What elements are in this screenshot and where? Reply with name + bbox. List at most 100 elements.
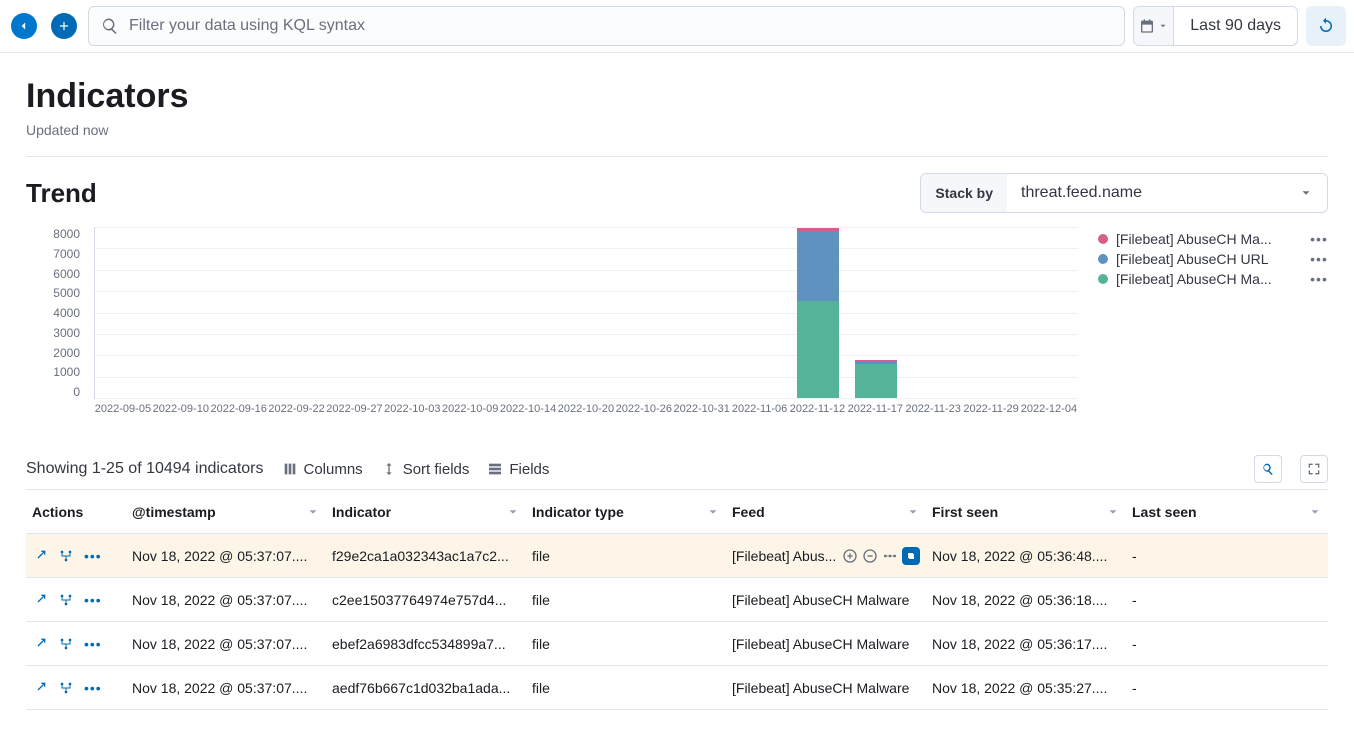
legend-item[interactable]: [Filebeat] AbuseCH Ma... ••• (1098, 231, 1328, 247)
copy-value-button[interactable] (902, 547, 920, 565)
x-tick: 2022-09-27 (326, 403, 384, 427)
date-picker-button[interactable] (1134, 7, 1174, 45)
trend-title: Trend (26, 178, 97, 209)
expand-icon[interactable] (32, 592, 48, 608)
table-header-row: Actions @timestamp Indicator Indicator t… (26, 490, 1328, 534)
inspect-button[interactable] (1254, 455, 1282, 483)
chevron-down-icon (906, 505, 920, 519)
refresh-button[interactable] (1306, 6, 1346, 46)
back-button[interactable] (8, 10, 40, 42)
fullscreen-button[interactable] (1300, 455, 1328, 483)
investigate-icon[interactable] (58, 636, 74, 652)
fields-icon (487, 461, 503, 477)
cell-feed: [Filebeat] AbuseCH Malware (732, 636, 909, 652)
cell-first-seen: Nov 18, 2022 @ 05:36:18.... (932, 592, 1107, 608)
kql-search-input[interactable] (88, 6, 1125, 46)
x-tick: 2022-09-16 (210, 403, 268, 427)
table-row[interactable]: ••• Nov 18, 2022 @ 05:37:07.... f29e2ca1… (26, 534, 1328, 578)
legend-item[interactable]: [Filebeat] AbuseCH Ma... ••• (1098, 271, 1328, 287)
more-actions-icon[interactable]: ••• (84, 548, 102, 564)
expand-icon[interactable] (32, 636, 48, 652)
chevron-down-icon (1158, 21, 1168, 31)
investigate-icon[interactable] (58, 592, 74, 608)
chart-legend: [Filebeat] AbuseCH Ma... ••• [Filebeat] … (1098, 227, 1328, 427)
x-tick: 2022-10-14 (499, 403, 557, 427)
expand-icon[interactable] (32, 548, 48, 564)
stack-by-select[interactable]: threat.feed.name (1007, 174, 1327, 212)
legend-dot (1098, 254, 1108, 264)
x-tick: 2022-10-03 (383, 403, 441, 427)
x-tick: 2022-11-12 (789, 403, 847, 427)
header-feed[interactable]: Feed (726, 504, 926, 520)
cell-first-seen: Nov 18, 2022 @ 05:36:17.... (932, 636, 1107, 652)
x-tick: 2022-10-20 (557, 403, 615, 427)
y-tick: 1000 (53, 365, 80, 379)
legend-more-icon[interactable]: ••• (1310, 271, 1328, 287)
showing-count: Showing 1-25 of 10494 indicators (26, 460, 264, 478)
filter-in-icon[interactable] (842, 548, 858, 564)
header-indicator-type[interactable]: Indicator type (526, 504, 726, 520)
x-tick: 2022-11-29 (962, 403, 1020, 427)
header-indicator[interactable]: Indicator (326, 504, 526, 520)
add-filter-button[interactable] (48, 10, 80, 42)
y-tick: 0 (73, 385, 80, 399)
table-row[interactable]: ••• Nov 18, 2022 @ 05:37:07.... c2ee1503… (26, 578, 1328, 622)
bar-group[interactable] (855, 360, 897, 398)
x-tick: 2022-10-26 (615, 403, 673, 427)
timeline-icon[interactable] (882, 548, 898, 564)
cell-indicator: ebef2a6983dfcc534899a7... (332, 636, 506, 652)
chevron-down-icon (1308, 505, 1322, 519)
header-last-seen[interactable]: Last seen (1126, 504, 1328, 520)
table-row[interactable]: ••• Nov 18, 2022 @ 05:37:07.... ebef2a69… (26, 622, 1328, 666)
sort-icon (381, 461, 397, 477)
stack-by-value: threat.feed.name (1021, 184, 1142, 202)
cell-timestamp: Nov 18, 2022 @ 05:37:07.... (132, 636, 307, 652)
x-tick: 2022-11-23 (904, 403, 962, 427)
cell-type: file (532, 592, 550, 608)
x-tick: 2022-10-09 (441, 403, 499, 427)
legend-label: [Filebeat] AbuseCH Ma... (1116, 271, 1302, 287)
filter-out-icon[interactable] (862, 548, 878, 564)
x-tick: 2022-09-10 (152, 403, 210, 427)
cell-timestamp: Nov 18, 2022 @ 05:37:07.... (132, 548, 307, 564)
page-title: Indicators (26, 77, 1328, 116)
columns-button[interactable]: Columns (282, 461, 363, 478)
cell-indicator: f29e2ca1a032343ac1a7c2... (332, 548, 509, 564)
header-timestamp[interactable]: @timestamp (126, 504, 326, 520)
legend-label: [Filebeat] AbuseCH Ma... (1116, 231, 1302, 247)
fields-button[interactable]: Fields (487, 461, 549, 478)
cell-last-seen: - (1132, 636, 1137, 652)
cell-hover-actions (842, 547, 920, 565)
cell-type: file (532, 548, 550, 564)
indicators-table: Actions @timestamp Indicator Indicator t… (26, 489, 1328, 710)
refresh-icon (1317, 17, 1335, 35)
cell-feed: [Filebeat] Abus... (732, 548, 836, 564)
expand-icon[interactable] (32, 680, 48, 696)
chevron-down-icon (306, 505, 320, 519)
kql-input-field[interactable] (129, 17, 1112, 35)
sort-fields-button[interactable]: Sort fields (381, 461, 470, 478)
more-actions-icon[interactable]: ••• (84, 636, 102, 652)
cell-indicator: c2ee15037764974e757d4... (332, 592, 506, 608)
legend-dot (1098, 274, 1108, 284)
x-tick: 2022-09-22 (268, 403, 326, 427)
date-range-label[interactable]: Last 90 days (1174, 17, 1297, 35)
y-tick: 7000 (53, 247, 80, 261)
header-first-seen[interactable]: First seen (926, 504, 1126, 520)
more-actions-icon[interactable]: ••• (84, 592, 102, 608)
bar-group[interactable] (797, 228, 839, 398)
more-actions-icon[interactable]: ••• (84, 680, 102, 696)
y-tick: 8000 (53, 227, 80, 241)
chevron-down-icon (1299, 186, 1313, 200)
y-tick: 6000 (53, 267, 80, 281)
trend-chart[interactable]: 800070006000500040003000200010000 2022-0… (26, 227, 1078, 427)
updated-label: Updated now (26, 122, 1328, 138)
legend-item[interactable]: [Filebeat] AbuseCH URL ••• (1098, 251, 1328, 267)
table-row[interactable]: ••• Nov 18, 2022 @ 05:37:07.... aedf76b6… (26, 666, 1328, 710)
legend-label: [Filebeat] AbuseCH URL (1116, 251, 1302, 267)
legend-more-icon[interactable]: ••• (1310, 231, 1328, 247)
investigate-icon[interactable] (58, 680, 74, 696)
stack-by-label: Stack by (921, 174, 1007, 212)
legend-more-icon[interactable]: ••• (1310, 251, 1328, 267)
investigate-icon[interactable] (58, 548, 74, 564)
